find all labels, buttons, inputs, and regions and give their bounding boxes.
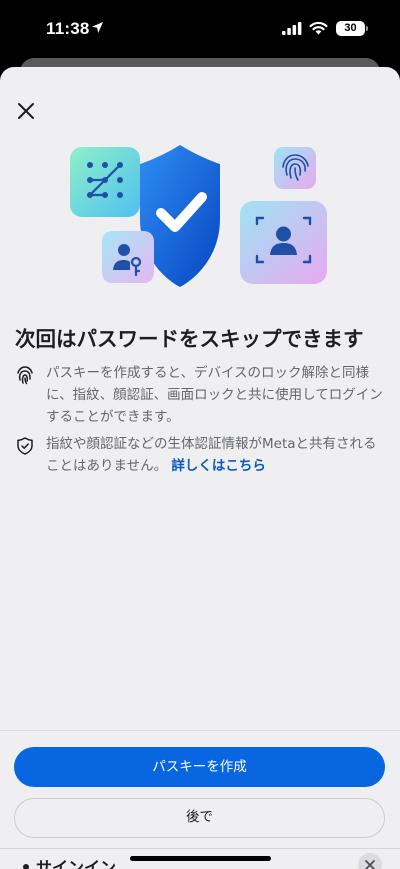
passkey-illustration [70,145,327,287]
info-text-passkey: パスキーを作成すると、デバイスのロック解除と同様に、指紋、顔認証、画面ロックと共… [46,365,383,425]
fingerprint-tile [274,147,316,189]
cellular-signal-icon [282,22,302,35]
passkey-sheet: 次回はパスワードをスキップできます パスキーを作成すると、デバイスのロック解除と… [0,67,400,869]
status-time: 11:38 [46,19,90,38]
bullet-dot [23,864,29,869]
learn-more-link[interactable]: 詳しくはこちら [171,458,266,474]
close-icon [365,860,375,869]
info-text-biometrics: 指紋や顔認証などの生体認証情報がMetaと共有されることはありません。 詳しくは… [46,433,388,477]
location-arrow-icon [92,22,103,33]
shield-check-icon [17,437,33,455]
close-icon [18,103,34,119]
user-key-tile [102,231,154,283]
close-button[interactable] [10,95,42,127]
battery-level: 30 [344,22,357,34]
home-indicator [130,856,271,861]
battery-tip [366,26,368,31]
signin-close-button[interactable] [358,853,382,869]
page-title: 次回はパスワードをスキップできます [15,327,364,351]
later-button[interactable]: 後で [14,798,385,838]
status-bar: 11:38 30 [0,0,400,60]
wifi-icon [309,21,328,35]
create-passkey-button[interactable]: パスキーを作成 [14,747,385,787]
battery-indicator: 30 [336,21,365,36]
unlock-pattern-tile [70,147,140,217]
face-id-tile [240,201,327,284]
fingerprint-icon [17,366,33,385]
signin-title: サインイン [36,858,117,869]
